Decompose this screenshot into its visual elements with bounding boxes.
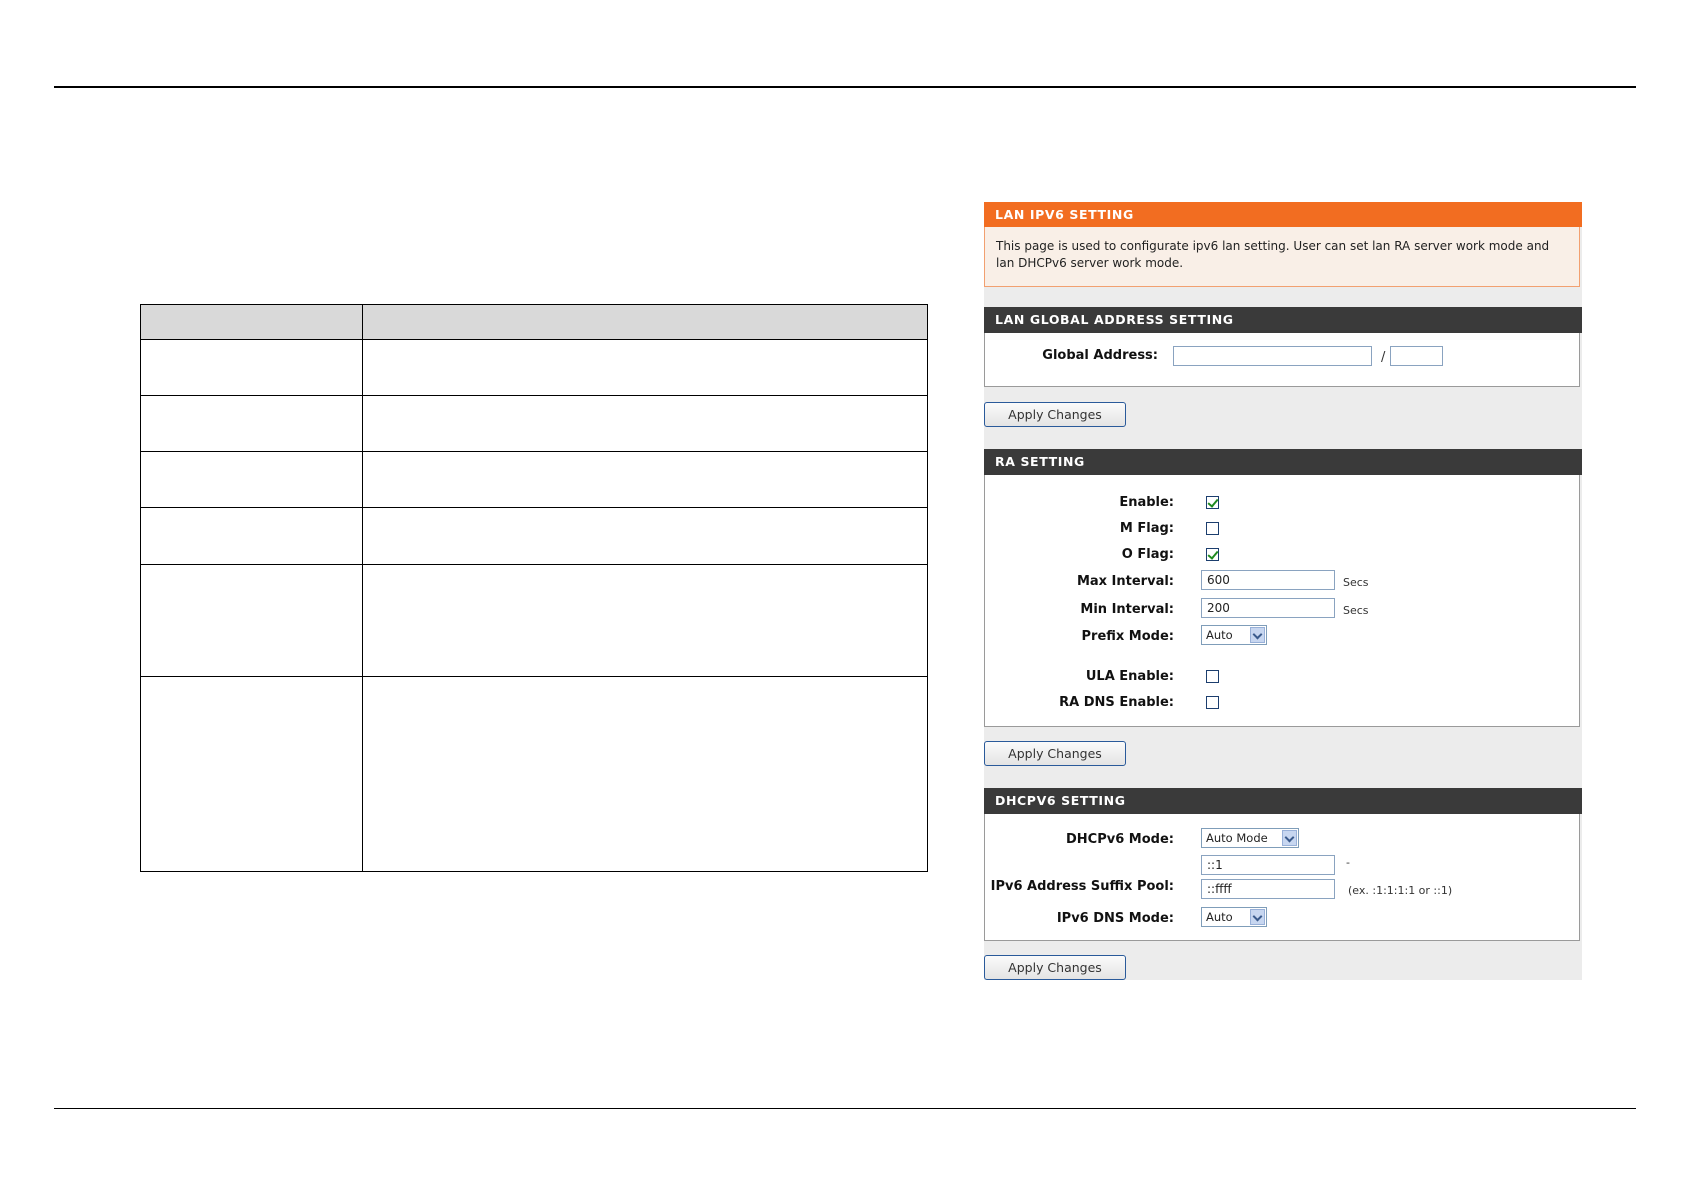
footer-rule bbox=[54, 1108, 1636, 1109]
table-cell bbox=[140, 564, 363, 677]
max-interval-label: Max Interval: bbox=[1076, 574, 1174, 589]
page-description: This page is used to configurate ipv6 la… bbox=[984, 227, 1580, 287]
o-flag-checkbox[interactable] bbox=[1206, 548, 1219, 561]
prefix-mode-label: Prefix Mode: bbox=[1081, 629, 1175, 644]
ipv6-dns-mode-select[interactable]: Auto bbox=[1201, 907, 1267, 927]
global-address-label: Global Address: bbox=[1042, 348, 1158, 363]
m-flag-checkbox[interactable] bbox=[1206, 522, 1219, 535]
table-cell bbox=[140, 676, 363, 872]
ipv6-dns-mode-value: Auto bbox=[1206, 910, 1233, 924]
min-interval-input[interactable] bbox=[1201, 598, 1335, 618]
suffix-pool-label: IPv6 Address Suffix Pool: bbox=[990, 879, 1174, 894]
global-address-section-title: LAN GLOBAL ADDRESS SETTING bbox=[984, 307, 1582, 333]
table-row bbox=[140, 451, 928, 508]
header-rule bbox=[54, 86, 1636, 88]
table-cell bbox=[362, 507, 928, 565]
lan-ipv6-screenshot: LAN IPV6 SETTING This page is used to co… bbox=[984, 202, 1582, 980]
chevron-down-icon[interactable] bbox=[1250, 909, 1265, 925]
suffix-pool-end-input[interactable] bbox=[1201, 879, 1335, 899]
dhcpv6-mode-label: DHCPv6 Mode: bbox=[1066, 832, 1174, 847]
table-cell bbox=[362, 395, 928, 452]
ra-panel: Enable: M Flag: O Flag: Max Interval: Se… bbox=[984, 475, 1580, 727]
max-interval-input[interactable] bbox=[1201, 570, 1335, 590]
table-row bbox=[140, 507, 928, 565]
dhcpv6-section-title: DHCPV6 SETTING bbox=[984, 788, 1582, 814]
table-cell bbox=[362, 676, 928, 872]
chevron-down-icon[interactable] bbox=[1250, 627, 1265, 643]
enable-checkbox[interactable] bbox=[1206, 496, 1219, 509]
suffix-pool-start-input[interactable] bbox=[1201, 855, 1335, 875]
field-description-table bbox=[140, 304, 928, 872]
table-cell bbox=[140, 339, 363, 396]
global-address-input[interactable] bbox=[1173, 346, 1372, 366]
table-cell bbox=[362, 564, 928, 677]
table-row bbox=[140, 676, 928, 872]
min-interval-label: Min Interval: bbox=[1080, 602, 1174, 617]
dhcpv6-panel: DHCPv6 Mode: Auto Mode IPv6 Address Suff… bbox=[984, 814, 1580, 941]
ra-dns-enable-label: RA DNS Enable: bbox=[1059, 695, 1174, 710]
table-row bbox=[140, 339, 928, 396]
global-address-panel: Global Address: / bbox=[984, 333, 1580, 387]
apply-changes-button-ra[interactable]: Apply Changes bbox=[984, 741, 1126, 766]
max-interval-unit: Secs bbox=[1343, 576, 1369, 589]
lan-ipv6-title: LAN IPV6 SETTING bbox=[984, 202, 1582, 227]
table-cell bbox=[140, 395, 363, 452]
chevron-down-icon[interactable] bbox=[1282, 830, 1297, 846]
enable-label: Enable: bbox=[1119, 495, 1174, 510]
table-cell bbox=[362, 451, 928, 508]
suffix-pool-example: (ex. :1:1:1:1 or ::1) bbox=[1348, 884, 1453, 897]
ra-section-title: RA SETTING bbox=[984, 449, 1582, 475]
m-flag-label: M Flag: bbox=[1119, 521, 1174, 536]
prefix-length-input[interactable] bbox=[1390, 346, 1443, 366]
table-header-cell bbox=[362, 304, 928, 340]
o-flag-label: O Flag: bbox=[1121, 547, 1174, 562]
table-row bbox=[140, 395, 928, 452]
table-cell bbox=[362, 339, 928, 396]
min-interval-unit: Secs bbox=[1343, 604, 1369, 617]
ula-enable-label: ULA Enable: bbox=[1085, 669, 1174, 684]
table-row bbox=[140, 564, 928, 677]
table-header-row bbox=[140, 304, 928, 340]
table-header-cell bbox=[140, 304, 363, 340]
apply-changes-button-dhcpv6[interactable]: Apply Changes bbox=[984, 955, 1126, 980]
dhcpv6-mode-value: Auto Mode bbox=[1206, 831, 1268, 845]
table-cell bbox=[140, 507, 363, 565]
ra-dns-enable-checkbox[interactable] bbox=[1206, 696, 1219, 709]
ipv6-dns-mode-label: IPv6 DNS Mode: bbox=[1056, 911, 1174, 926]
slash-separator: / bbox=[1381, 350, 1386, 365]
table-cell bbox=[140, 451, 363, 508]
suffix-pool-dash: - bbox=[1346, 856, 1350, 869]
ula-enable-checkbox[interactable] bbox=[1206, 670, 1219, 683]
prefix-mode-select[interactable]: Auto bbox=[1201, 625, 1267, 645]
apply-changes-button-global[interactable]: Apply Changes bbox=[984, 402, 1126, 427]
prefix-mode-value: Auto bbox=[1206, 628, 1233, 642]
dhcpv6-mode-select[interactable]: Auto Mode bbox=[1201, 828, 1299, 848]
